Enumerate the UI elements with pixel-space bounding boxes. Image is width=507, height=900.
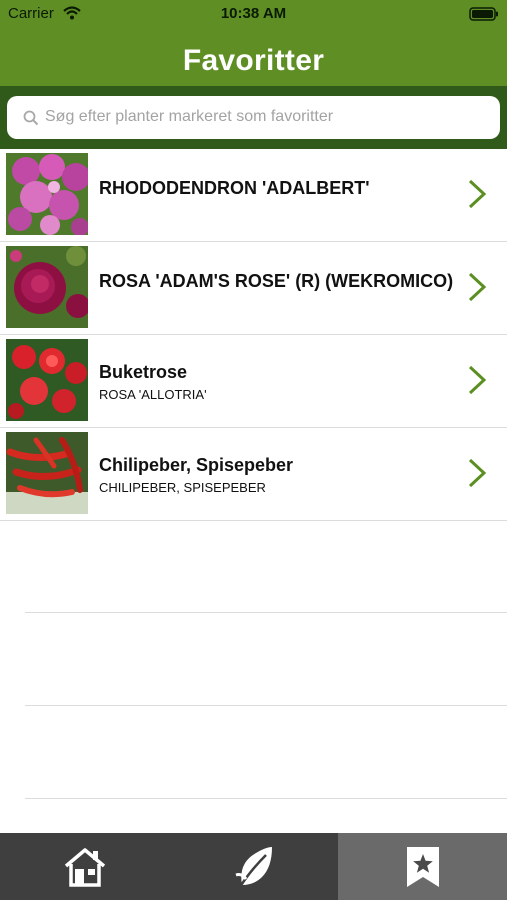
- buketrose-thumbnail: [6, 339, 88, 421]
- item-title: RHODODENDRON 'ADALBERT': [99, 178, 370, 198]
- chevron-right-icon: [468, 458, 487, 488]
- list-item[interactable]: RHODODENDRON 'ADALBERT': [0, 149, 507, 242]
- battery-icon: [469, 7, 498, 21]
- home-icon: [64, 847, 105, 887]
- list-item[interactable]: Chilipeber, Spisepeber CHILIPEBER, SPISE…: [0, 428, 507, 521]
- tab-plants[interactable]: [169, 833, 338, 900]
- row-divider: [0, 520, 507, 521]
- chevron-right-icon: [468, 272, 487, 302]
- navigation-header: Carrier 10:38 AM Favoritter: [0, 0, 507, 86]
- list-item[interactable]: ROSA 'ADAM'S ROSE' (R) (WEKROMICO): [0, 242, 507, 335]
- item-subtitle: CHILIPEBER, SPISEPEBER: [99, 480, 266, 495]
- chevron-right-icon: [468, 365, 487, 395]
- item-subtitle: ROSA 'ALLOTRIA': [99, 387, 207, 402]
- empty-row-divider: [25, 612, 507, 613]
- chili-thumbnail: [6, 432, 88, 514]
- item-title: Buketrose: [99, 362, 188, 382]
- search-bar: Søg efter planter markeret som favoritte…: [0, 86, 507, 149]
- status-time: 10:38 AM: [220, 5, 287, 22]
- rose-thumbnail: [6, 246, 88, 328]
- empty-row-divider: [25, 705, 507, 706]
- item-title: ROSA 'ADAM'S ROSE' (R) (WEKROMICO): [99, 271, 454, 291]
- item-title: Chilipeber, Spisepeber: [99, 455, 294, 475]
- bookmark-star-icon: [406, 846, 439, 887]
- page-title: Favoritter: [182, 44, 325, 77]
- empty-row-divider: [25, 798, 507, 799]
- tab-favorites[interactable]: [338, 833, 507, 900]
- tab-home[interactable]: [0, 833, 169, 900]
- tab-bar: [0, 833, 507, 900]
- search-input[interactable]: Søg efter planter markeret som favoritte…: [7, 96, 500, 139]
- search-placeholder: Søg efter planter markeret som favoritte…: [45, 108, 334, 125]
- status-bar: Carrier 10:38 AM: [0, 0, 507, 28]
- chevron-right-icon: [468, 179, 487, 209]
- search-icon: [23, 110, 39, 126]
- leaf-icon: [235, 846, 272, 888]
- rhododendron-thumbnail: [6, 153, 88, 235]
- list-item[interactable]: Buketrose ROSA 'ALLOTRIA': [0, 335, 507, 428]
